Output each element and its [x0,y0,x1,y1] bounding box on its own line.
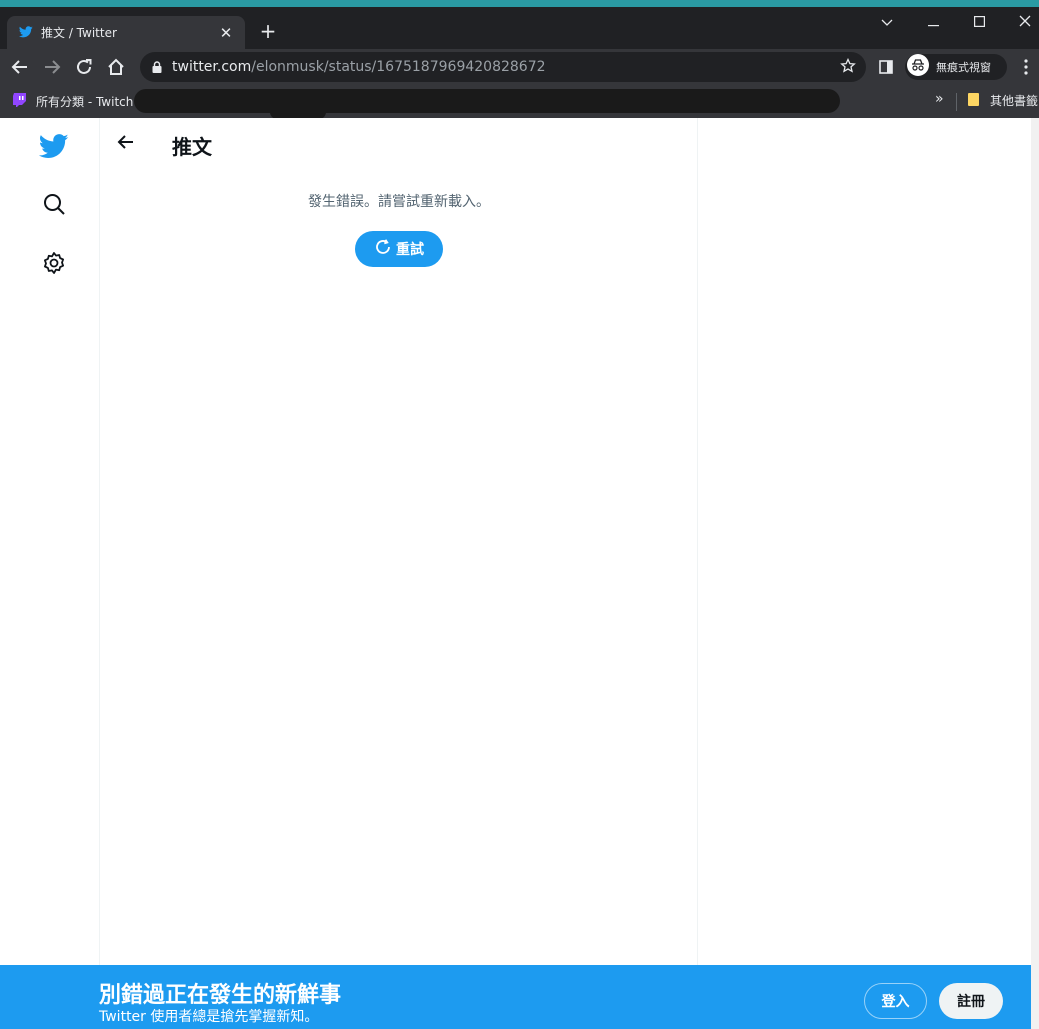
banner-title: 別錯過正在發生的新鮮事 [99,983,342,1008]
bookmarks-overflow-icon[interactable]: » [935,91,944,107]
maximize-icon[interactable] [964,13,994,35]
login-button[interactable]: 登入 [864,983,927,1019]
bookmark-other[interactable]: 其他書籤 [967,92,1038,109]
bookmark-other-label: 其他書籤 [990,94,1039,108]
banner-subtitle: Twitter 使用者總是搶先掌握新知。 [99,1009,319,1025]
tab-title: 推文 / Twitter [41,26,117,40]
address-bar[interactable]: twitter.com/elonmusk/status/167518796942… [140,52,866,82]
bookmark-twitch-label: 所有分類 - Twitch [36,95,134,109]
signup-banner: 別錯過正在發生的新鮮事 Twitter 使用者總是搶先掌握新知。 登入 註冊 [0,965,1031,1029]
retry-label: 重試 [396,242,424,258]
incognito-indicator[interactable]: 無痕式視窗 [905,54,1007,80]
incognito-icon [907,54,929,80]
page-content: 推文 發生錯誤。請嘗試重新載入。 重試 [0,118,1039,1029]
retry-button[interactable]: 重試 [355,231,443,267]
browser-tab[interactable]: 推文 / Twitter ✕ [7,16,245,49]
url-path: /elonmusk/status/1675187969420828672 [251,59,546,75]
window-close-icon[interactable] [1010,13,1039,35]
side-panel-icon[interactable] [874,55,898,79]
menu-kebab-icon[interactable] [1014,55,1038,79]
redacted-bookmarks-extra [270,105,326,119]
back-arrow-icon[interactable] [116,132,138,154]
tab-strip: 推文 / Twitter ✕ + [0,7,1039,49]
twitter-logo-icon[interactable] [39,131,69,161]
bookmarks-bar: 所有分類 - Twitch » 其他書籤 [0,85,1039,119]
url-host: twitter.com [172,59,252,75]
left-navigation [0,118,100,965]
reload-icon[interactable] [72,55,96,79]
desktop-strip [0,0,1039,7]
refresh-icon [374,238,392,260]
tab-search-icon[interactable] [872,13,902,35]
twitter-favicon-icon [18,23,33,42]
minimize-icon[interactable] [918,13,948,35]
home-icon[interactable] [104,55,128,79]
lock-icon [152,58,162,77]
settings-gear-icon[interactable] [39,248,69,278]
new-tab-button[interactable]: + [258,21,278,41]
folder-icon [967,92,981,109]
incognito-label: 無痕式視窗 [936,61,991,74]
signup-button[interactable]: 註冊 [939,983,1003,1019]
back-icon[interactable] [8,55,32,79]
tab-close-icon[interactable]: ✕ [217,24,235,42]
browser-chrome: 推文 / Twitter ✕ + twitter.com /elonmusk/s… [0,0,1039,119]
forward-icon[interactable] [40,55,64,79]
main-column: 推文 發生錯誤。請嘗試重新載入。 重試 [100,118,698,965]
search-icon[interactable] [39,189,69,219]
page-scrollbar[interactable] [1031,118,1039,1029]
error-message: 發生錯誤。請嘗試重新載入。 [308,194,490,210]
redacted-bookmarks [134,89,840,113]
bookmark-twitch[interactable]: 所有分類 - Twitch [12,92,133,111]
bookmark-star-icon[interactable] [840,57,856,78]
twitch-icon [12,92,28,111]
bookmarks-divider [956,93,957,111]
browser-toolbar: twitter.com/elonmusk/status/167518796942… [0,49,1039,85]
page-title: 推文 [172,135,212,159]
